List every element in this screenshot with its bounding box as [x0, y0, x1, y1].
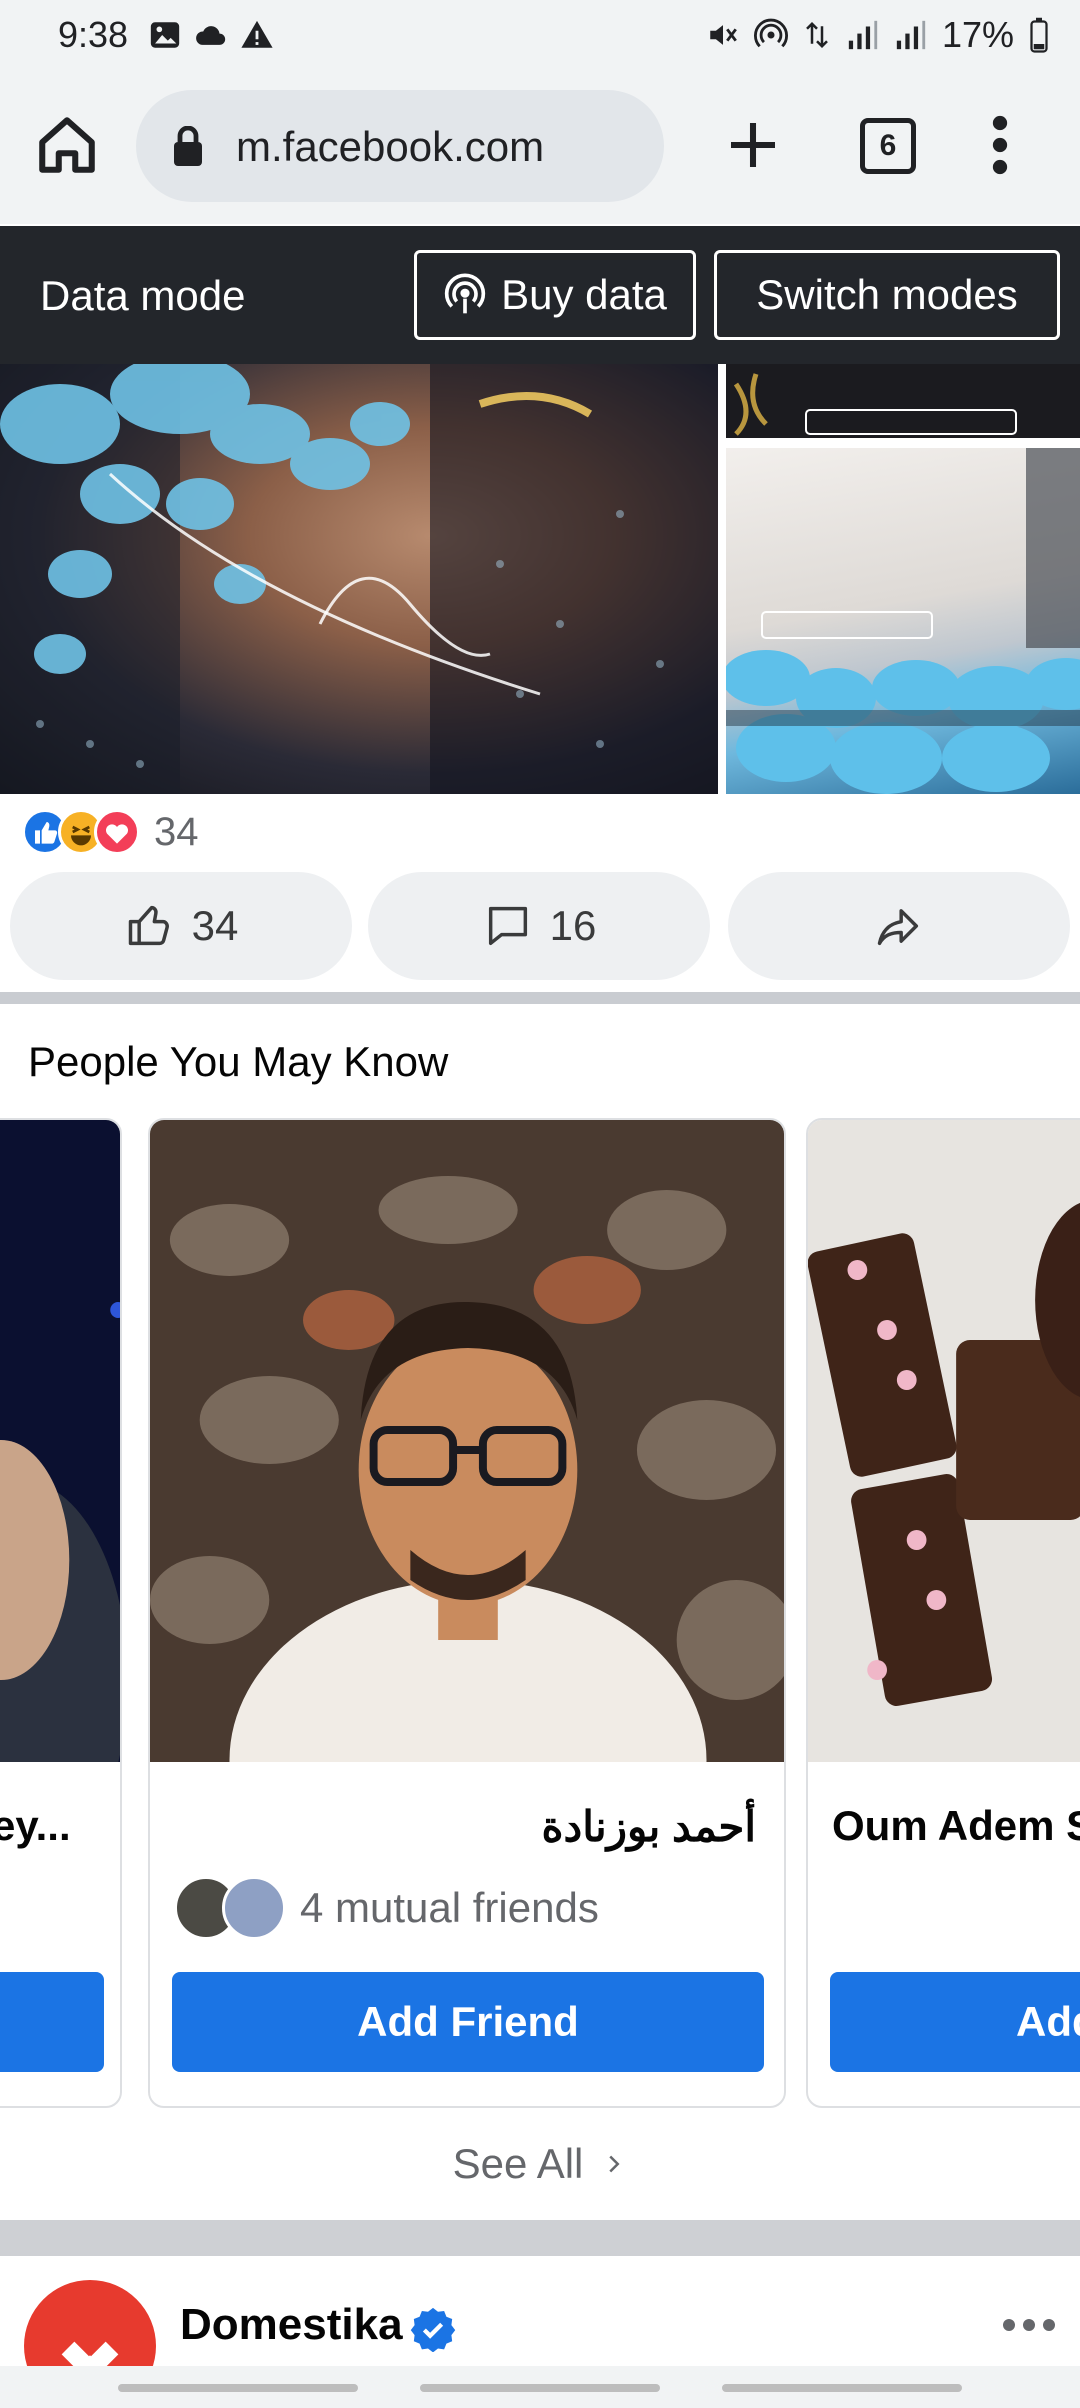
battery-percent: 17% [941, 14, 1014, 55]
broadcast-icon [444, 273, 486, 314]
card-name: ey... [0, 1802, 71, 1849]
plus-icon[interactable] [720, 112, 786, 178]
nav-segment[interactable] [118, 2384, 358, 2392]
card-photo [808, 1120, 1080, 1762]
like-count: 34 [191, 902, 239, 949]
card-photo [0, 1120, 120, 1762]
boutique-image-top [733, 373, 1017, 436]
warning-icon [241, 20, 273, 48]
tabs-icon[interactable]: 6 [860, 118, 916, 174]
buy-data-label: Buy data [501, 271, 667, 318]
switch-modes-label: Switch modes [756, 271, 1018, 318]
more-horizontal-icon[interactable] [1002, 2318, 1056, 2332]
mutual-avatar [222, 1876, 286, 1940]
mute-icon [710, 25, 737, 45]
post-photo-main[interactable] [0, 364, 718, 794]
pymk-card[interactable]: ey... [0, 1118, 122, 2108]
reaction-count: 34 [154, 809, 199, 854]
mutual-friends: 4 mutual friends [174, 1876, 599, 1940]
nav-segment[interactable] [722, 2384, 962, 2392]
lock-icon [174, 126, 202, 166]
pymk-card[interactable]: أحمد بوزنادة 4 mutual friends Add Friend [148, 1118, 786, 2108]
add-friend-button[interactable]: Add [830, 1972, 1080, 2072]
more-vert-icon[interactable] [984, 112, 1016, 178]
signal-icon [848, 20, 878, 50]
url-bar[interactable]: m.facebook.com [136, 90, 664, 202]
card-name: أحمد بوزنادة [541, 1803, 757, 1850]
nav-segment[interactable] [420, 2384, 660, 2392]
data-mode-bar: Data mode Buy data Switch modes [0, 226, 1080, 364]
pymk-card[interactable]: Oum Adem S Add [806, 1118, 1080, 2108]
system-navigation-bar [0, 2366, 1080, 2408]
status-bar: 9:38 17% [0, 0, 1080, 72]
share-button[interactable] [728, 872, 1070, 980]
reaction-summary[interactable]: 34 [22, 808, 199, 856]
add-friend-button[interactable]: Add Friend [172, 1972, 764, 2072]
share-icon [877, 909, 919, 946]
signal-icon [896, 20, 926, 50]
thumb-up-icon [128, 905, 169, 946]
hotspot-icon [753, 18, 788, 48]
add-friend-button[interactable] [0, 1972, 104, 2072]
see-all-label: See All [452, 2140, 584, 2187]
love-icon [94, 809, 140, 855]
comment-button[interactable]: 16 [368, 872, 710, 980]
data-arrows-icon [806, 21, 828, 49]
card-name: Oum Adem S [832, 1802, 1080, 1849]
pymk-title: People You May Know [28, 1038, 449, 1085]
like-button[interactable]: 34 [10, 872, 352, 980]
page-name[interactable]: Domestika [180, 2300, 403, 2350]
status-right: 17% [706, 14, 1050, 56]
boutique-image-bottom [726, 448, 1080, 794]
buy-data-button[interactable]: Buy data [414, 250, 696, 340]
switch-modes-button[interactable]: Switch modes [714, 250, 1060, 340]
comment-count: 16 [549, 902, 597, 949]
status-time: 9:38 [58, 14, 129, 55]
mutual-friends-text: 4 mutual friends [300, 1884, 599, 1931]
home-icon[interactable] [34, 112, 100, 178]
post-photo-bottom-right[interactable] [726, 448, 1080, 794]
data-mode-label: Data mode [40, 272, 246, 319]
section-divider [0, 2220, 1080, 2256]
card-photo [150, 1120, 784, 1762]
url-text: m.facebook.com [236, 123, 545, 170]
tab-count: 6 [879, 129, 897, 162]
see-all-link[interactable]: See All [0, 2132, 1080, 2196]
section-divider [0, 992, 1080, 1004]
dress-image [0, 364, 718, 794]
browser-toolbar: m.facebook.com 6 [0, 72, 1080, 224]
comment-icon [488, 906, 527, 946]
battery-icon [1030, 17, 1048, 53]
gallery-icon [150, 22, 180, 48]
cloud-icon [196, 26, 226, 45]
verified-badge-icon [410, 2307, 456, 2352]
post-photo-top-right[interactable] [726, 364, 1080, 438]
chevron-right-icon [609, 2155, 620, 2173]
